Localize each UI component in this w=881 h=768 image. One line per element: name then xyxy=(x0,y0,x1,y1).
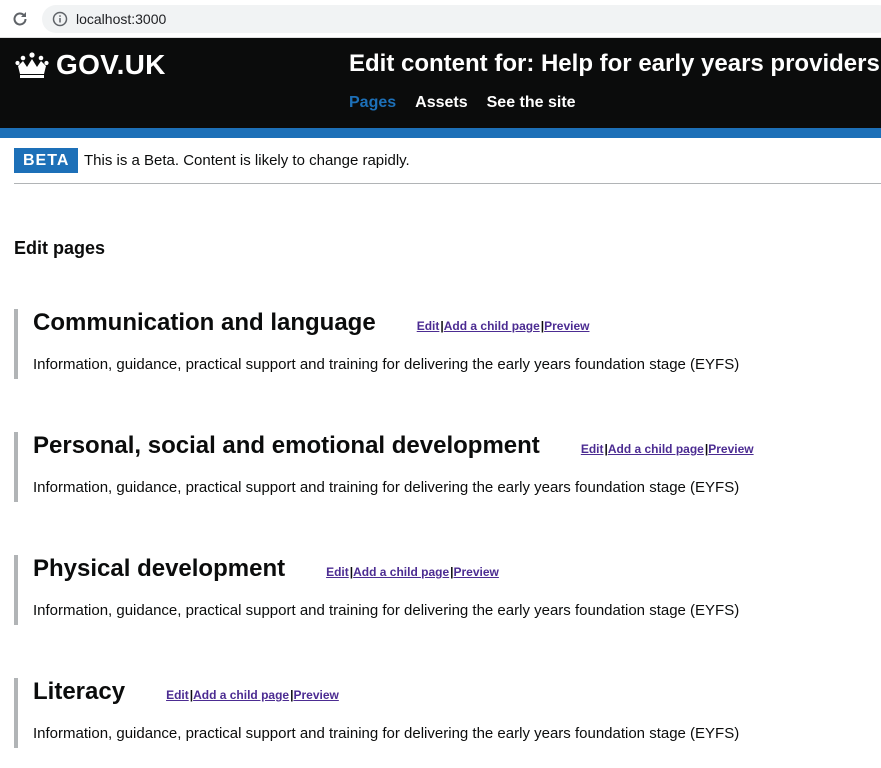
page-entry-title: Personal, social and emotional developme… xyxy=(33,432,540,459)
page-entry-actions: Edit | Add a child page | Preview xyxy=(581,442,754,456)
page-entry-actions: Edit | Add a child page | Preview xyxy=(166,688,339,702)
preview-link[interactable]: Preview xyxy=(454,565,499,579)
page-entry-literacy: Literacy Edit | Add a child page | Previ… xyxy=(14,678,874,748)
edit-link[interactable]: Edit xyxy=(326,565,349,579)
page-heading: Edit pages xyxy=(14,238,106,258)
beta-text: This is a Beta. Content is likely to cha… xyxy=(84,152,410,169)
beta-tag: BETA xyxy=(14,148,79,173)
browser-toolbar: localhost:3000 xyxy=(0,0,881,38)
beta-banner: BETA This is a Beta. Content is likely t… xyxy=(14,138,881,184)
edit-link[interactable]: Edit xyxy=(166,688,189,702)
logo-text: GOV.UK xyxy=(56,49,166,80)
preview-link[interactable]: Preview xyxy=(293,688,338,702)
add-child-page-link[interactable]: Add a child page xyxy=(193,688,289,702)
info-icon[interactable] xyxy=(52,11,68,27)
preview-link[interactable]: Preview xyxy=(544,319,589,333)
nav-link-see-the-site[interactable]: See the site xyxy=(487,94,576,112)
header-nav: Pages Assets See the site xyxy=(349,94,576,112)
edit-link[interactable]: Edit xyxy=(581,442,604,456)
nav-link-assets[interactable]: Assets xyxy=(415,94,467,112)
page-entry-title: Literacy xyxy=(33,678,126,705)
page-entry-description: Information, guidance, practical support… xyxy=(33,725,740,742)
govuk-logo-link[interactable]: GOV.UK xyxy=(14,49,166,80)
page-entry-description: Information, guidance, practical support… xyxy=(33,479,740,496)
nav-link-pages[interactable]: Pages xyxy=(349,94,396,112)
add-child-page-link[interactable]: Add a child page xyxy=(608,442,704,456)
preview-link[interactable]: Preview xyxy=(708,442,753,456)
page-entry-communication-and-language: Communication and language Edit | Add a … xyxy=(14,309,874,379)
url-text[interactable]: localhost:3000 xyxy=(76,11,166,27)
page-entry-physical-development: Physical development Edit | Add a child … xyxy=(14,555,874,625)
service-title[interactable]: Edit content for: Help for early years p… xyxy=(349,50,880,78)
page-entry-title: Physical development xyxy=(33,555,286,582)
page-entry-personal-social-emotional: Personal, social and emotional developme… xyxy=(14,432,874,502)
edit-link[interactable]: Edit xyxy=(417,319,440,333)
page-entry-actions: Edit | Add a child page | Preview xyxy=(326,565,499,579)
page-entry-description: Information, guidance, practical support… xyxy=(33,356,740,373)
reload-icon[interactable] xyxy=(10,9,30,29)
header-blue-stripe xyxy=(0,128,881,138)
address-bar[interactable]: localhost:3000 xyxy=(42,5,881,33)
crown-icon xyxy=(15,52,49,78)
page-entry-description: Information, guidance, practical support… xyxy=(33,602,740,619)
page-entry-title: Communication and language xyxy=(33,309,376,336)
page-entry-actions: Edit | Add a child page | Preview xyxy=(417,319,590,333)
add-child-page-link[interactable]: Add a child page xyxy=(444,319,540,333)
add-child-page-link[interactable]: Add a child page xyxy=(353,565,449,579)
govuk-header: GOV.UK Edit content for: Help for early … xyxy=(0,38,881,128)
